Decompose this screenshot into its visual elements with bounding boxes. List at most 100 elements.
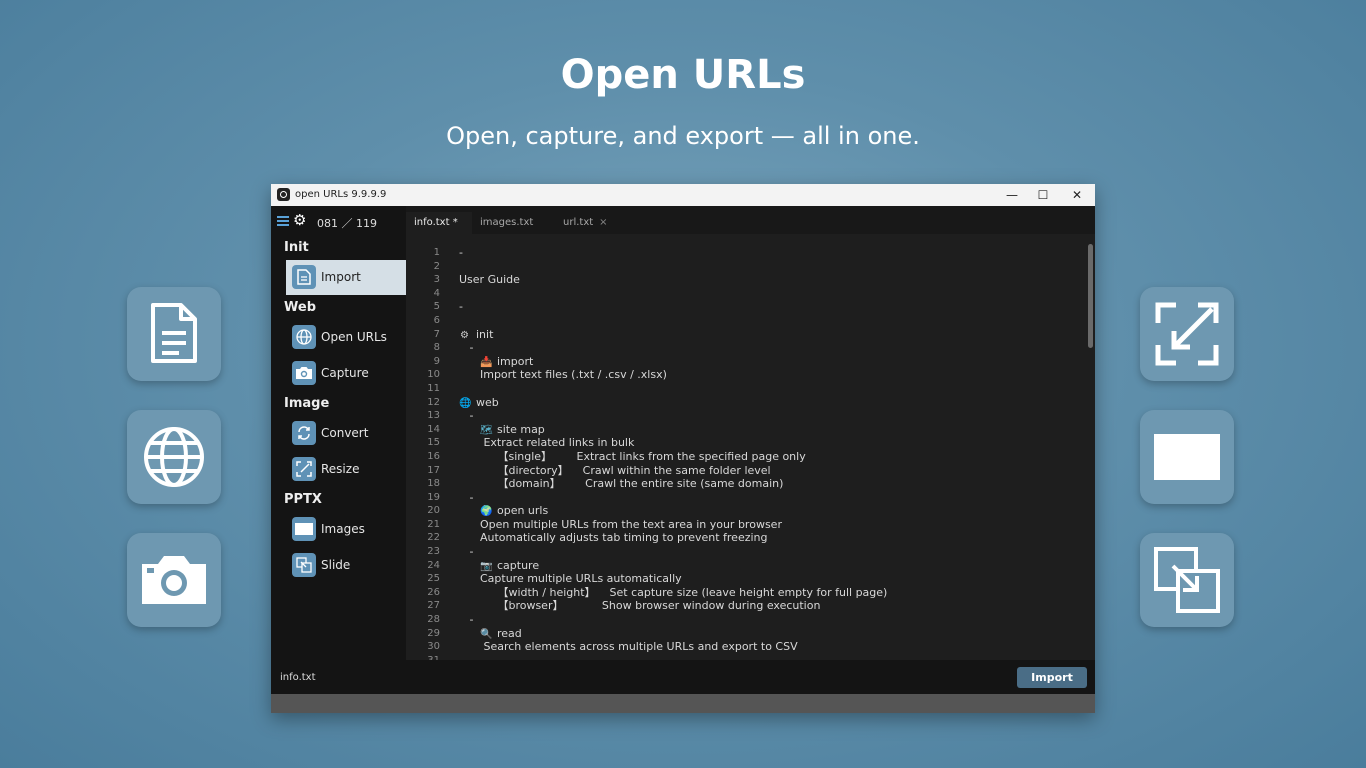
minimize-button[interactable]: — [997, 186, 1027, 204]
line-number: 10 [427, 369, 440, 381]
app-logo-icon [277, 188, 290, 201]
line-number: 17 [427, 464, 440, 476]
sidebar: ⚙ 081 ／ 119 Init Import Web Open URLs Ca… [271, 206, 406, 660]
line-counter: 081 ／ 119 [317, 217, 377, 230]
code-line: 【directory】 Crawl within the same folder… [459, 463, 771, 477]
line-number: 27 [427, 600, 440, 612]
code-line: 【browser】 Show browser window during exe… [459, 599, 821, 613]
rectangle-icon [1154, 434, 1220, 480]
line-number: 23 [427, 546, 440, 558]
sidebar-item-slide[interactable]: Slide [286, 548, 406, 582]
code-line: - [459, 613, 474, 627]
line-number: 30 [427, 641, 440, 653]
tab-images[interactable]: images.txt *× [472, 212, 554, 250]
line-number: 21 [427, 518, 440, 530]
map-icon: 🗺 [479, 424, 493, 436]
tile-camera [127, 533, 221, 627]
code-line: - [459, 246, 463, 259]
line-number: 14 [427, 423, 440, 435]
section-image: Image [284, 396, 330, 411]
close-button[interactable]: ✕ [1062, 186, 1092, 204]
search-icon: 🔍 [479, 628, 493, 640]
sidebar-item-label: Open URLs [321, 330, 387, 344]
line-number: 26 [427, 586, 440, 598]
code-line: 🗺 site map [459, 423, 887, 437]
code-text: site map [496, 422, 545, 436]
sidebar-item-convert[interactable]: Convert [286, 416, 406, 450]
sidebar-item-open-urls[interactable]: Open URLs [286, 320, 406, 354]
line-number: 6 [433, 314, 440, 326]
section-web: Web [284, 300, 316, 315]
maximize-button[interactable]: ☐ [1028, 186, 1058, 204]
code-line: 【width / height】 Set capture size (leave… [459, 585, 888, 599]
code-line: 📥 import [459, 355, 887, 369]
editor-content[interactable]: - User Guide - ⚙ init - 📥 import Import text … [459, 246, 887, 660]
rectangle-icon [292, 517, 316, 541]
line-number: 12 [427, 396, 440, 408]
slide-icon [1154, 547, 1220, 613]
tile-slide [1140, 533, 1234, 627]
sidebar-item-import[interactable]: Import [286, 260, 406, 295]
code-line: 【domain】 Crawl the entire site (same dom… [459, 477, 784, 491]
code-line: - [459, 409, 474, 423]
sidebar-item-images[interactable]: Images [286, 512, 406, 546]
sidebar-item-label: Images [321, 522, 365, 536]
sidebar-item-label: Resize [321, 462, 360, 476]
code-line: 🔍 read [459, 627, 887, 641]
code-line: - [459, 490, 474, 504]
import-button[interactable]: Import [1017, 667, 1087, 688]
globe-icon [144, 427, 204, 487]
camera-icon: 📷 [479, 560, 493, 572]
camera-icon [292, 361, 316, 385]
line-number: 18 [427, 478, 440, 490]
line-number: 9 [433, 355, 440, 367]
code-line: 📷 capture [459, 559, 887, 573]
code-line: ⚙ init [459, 328, 887, 342]
line-number: 13 [427, 410, 440, 422]
tile-resize [1140, 287, 1234, 381]
window-title: open URLs 9.9.9.9 [295, 189, 387, 200]
line-number: 7 [433, 328, 440, 340]
code-line: 🌍 open urls [459, 504, 887, 518]
sidebar-item-label: Convert [321, 426, 369, 440]
line-number: 20 [427, 505, 440, 517]
line-number: 4 [433, 287, 440, 299]
line-number: 11 [427, 382, 440, 394]
line-number: 5 [433, 301, 440, 313]
app-window: open URLs 9.9.9.9 — ☐ ✕ ⚙ 081 ／ 119 Init… [271, 184, 1095, 713]
sidebar-item-capture[interactable]: Capture [286, 356, 406, 390]
tab-info[interactable]: info.txt *🔔 [406, 212, 472, 250]
tab-close-icon[interactable]: × [599, 217, 607, 228]
line-number: 8 [433, 342, 440, 354]
line-number: 16 [427, 450, 440, 462]
tab-label: url.txt [563, 217, 594, 228]
globe-icon [292, 325, 316, 349]
convert-icon [292, 421, 316, 445]
tile-globe [127, 410, 221, 504]
file-icon [292, 265, 316, 289]
code-line: - [459, 300, 463, 314]
editor-scrollbar[interactable] [1088, 244, 1093, 348]
code-text: web [476, 395, 499, 409]
hero-title: Open URLs [560, 52, 806, 98]
code-text: capture [496, 558, 540, 572]
hamburger-menu-icon[interactable] [277, 214, 290, 228]
line-number: 19 [427, 491, 440, 503]
code-line: Capture multiple URLs automatically [459, 572, 682, 586]
tile-rectangle [1140, 410, 1234, 504]
tab-bar: info.txt *🔔 images.txt *× url.txt × [406, 206, 1095, 250]
text-editor[interactable]: 1 2 3 4 5 6 7 8 9 10 11 12 13 14 15 16 17 18 19 20 21 22 23 24 2… [406, 234, 1095, 660]
resize-icon [292, 457, 316, 481]
gear-icon[interactable]: ⚙ [293, 211, 306, 229]
tab-url[interactable]: url.txt × [555, 212, 617, 234]
camera-icon [142, 556, 206, 604]
code-line: Extract related links in bulk [459, 436, 635, 450]
tile-document [127, 287, 221, 381]
line-number: 15 [427, 437, 440, 449]
sidebar-item-label: Capture [321, 366, 369, 380]
sidebar-item-resize[interactable]: Resize [286, 452, 406, 486]
code-line: 🌐 web [459, 396, 887, 410]
current-file-name: info.txt [280, 672, 316, 683]
